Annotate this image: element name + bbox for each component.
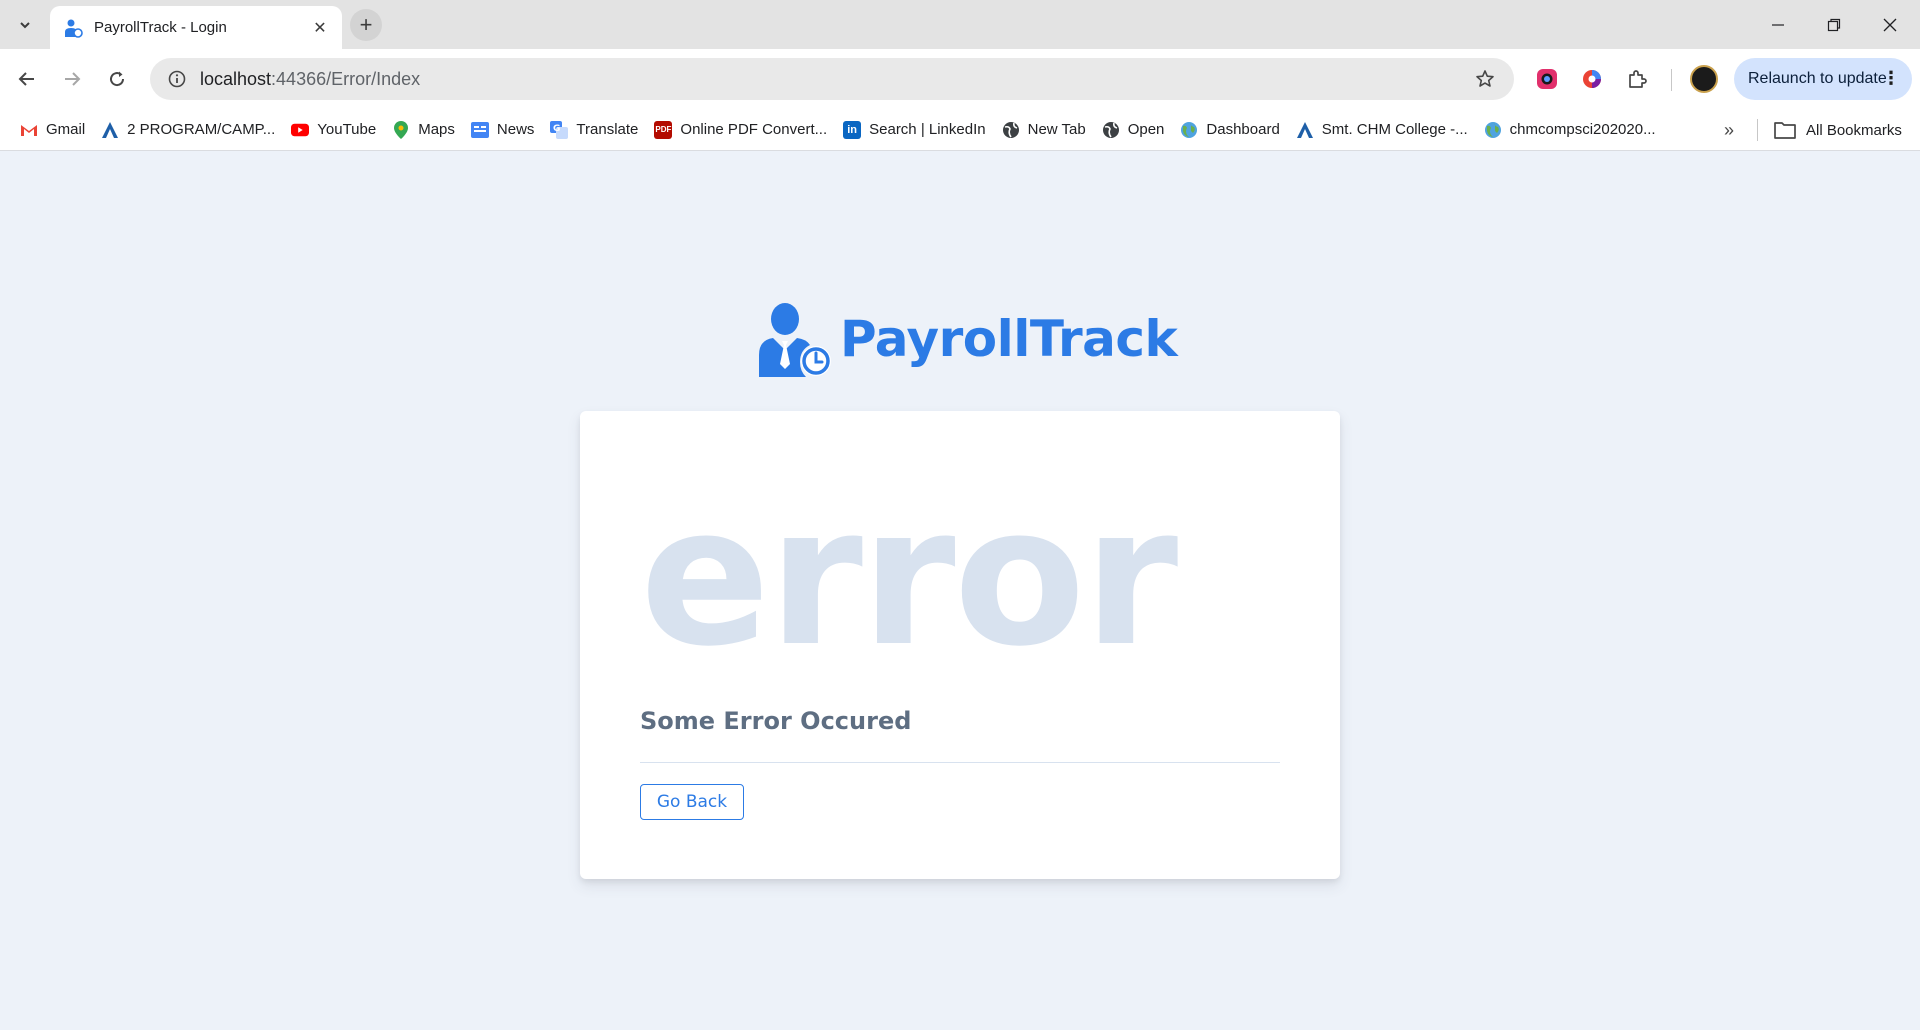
brand-name: PayrollTrack [840, 310, 1178, 368]
relaunch-to-update-button[interactable]: Relaunch to update ⋮ [1734, 58, 1912, 100]
bookmark-label: Search | LinkedIn [869, 121, 986, 138]
card-divider [640, 762, 1280, 763]
bookmark-label: chmcompsci202020... [1509, 121, 1656, 138]
earth-icon [1180, 121, 1198, 139]
all-bookmarks-button[interactable]: All Bookmarks [1774, 115, 1902, 145]
translate-icon: G [550, 120, 569, 139]
bookmarks-bar: Gmail 2 PROGRAM/CAMP... YouTube Maps New… [0, 109, 1920, 151]
bookmark-gmail[interactable]: Gmail [12, 115, 93, 145]
bookmarks-overflow-chevron-icon[interactable]: » [1714, 115, 1744, 145]
bookmark-label: Dashboard [1206, 121, 1280, 138]
browser-tab-active[interactable]: PayrollTrack - Login ✕ [50, 6, 342, 49]
bookmark-label: YouTube [317, 121, 377, 138]
program-icon [101, 121, 119, 139]
bookmark-dashboard[interactable]: Dashboard [1172, 115, 1287, 145]
bookmark-label: 2 PROGRAM/CAMP... [127, 121, 276, 138]
bookmark-label: Translate [576, 121, 639, 138]
bookmark-translate[interactable]: G Translate [542, 115, 646, 145]
bookmark-new-tab[interactable]: New Tab [994, 115, 1094, 145]
globe-icon [1002, 121, 1020, 139]
bookmark-youtube[interactable]: YouTube [283, 115, 384, 145]
address-bar[interactable]: localhost:44366/Error/Index [150, 58, 1514, 100]
browser-toolbar: localhost:44366/Error/Index Relaunch to … [0, 49, 1920, 109]
profile-avatar[interactable] [1690, 65, 1718, 93]
maps-icon [392, 120, 410, 139]
youtube-icon [291, 121, 310, 139]
gmail-icon [20, 121, 38, 139]
bookmark-news[interactable]: News [463, 115, 543, 145]
payroll-favicon-icon [62, 17, 84, 39]
bookmark-label: New Tab [1027, 121, 1086, 138]
linkedin-icon: in [843, 120, 862, 139]
bookmark-linkedin[interactable]: in Search | LinkedIn [835, 115, 993, 145]
go-back-button[interactable]: Go Back [640, 784, 744, 820]
error-message: Some Error Occured [640, 707, 912, 735]
bookmark-college[interactable]: Smt. CHM College -... [1288, 115, 1476, 145]
globe-icon [1102, 121, 1120, 139]
bookmark-label: Gmail [46, 121, 86, 138]
folder-icon [1774, 121, 1796, 139]
bookmark-label: Open [1127, 121, 1165, 138]
earth-icon [1484, 121, 1502, 139]
tab-title: PayrollTrack - Login [94, 19, 227, 36]
bookmark-chmcompsci[interactable]: chmcompsci202020... [1476, 115, 1664, 145]
bookmark-label: News [496, 121, 535, 138]
error-watermark-text: error [640, 466, 1178, 689]
new-tab-button[interactable]: + [350, 9, 382, 41]
bookmark-program[interactable]: 2 PROGRAM/CAMP... [93, 115, 283, 145]
restore-icon[interactable] [1806, 0, 1862, 49]
site-info-icon[interactable] [164, 66, 190, 92]
payroll-person-clock-icon [759, 303, 831, 377]
extension-camera-icon[interactable] [1532, 64, 1562, 94]
url-path: :44366/Error/Index [271, 68, 421, 89]
extension-color-icon[interactable] [1577, 64, 1607, 94]
extensions-puzzle-icon[interactable] [1622, 64, 1652, 94]
bookmark-open[interactable]: Open [1094, 115, 1173, 145]
close-window-icon[interactable] [1862, 0, 1918, 49]
college-icon [1296, 121, 1314, 139]
url-host: localhost [200, 68, 272, 89]
bookmark-star-icon[interactable] [1470, 64, 1500, 94]
bookmark-maps[interactable]: Maps [384, 115, 463, 145]
all-bookmarks-label: All Bookmarks [1806, 121, 1902, 139]
bookmarks-divider [1757, 119, 1758, 141]
svg-text:G: G [553, 124, 560, 134]
toolbar-divider [1671, 69, 1672, 91]
tab-search-chevron-icon[interactable] [12, 12, 38, 38]
bookmark-label: Online PDF Convert... [680, 121, 828, 138]
tab-strip: PayrollTrack - Login ✕ + [0, 0, 1920, 49]
pdf-icon: PDF [654, 120, 673, 139]
bookmark-label: Smt. CHM College -... [1321, 121, 1468, 138]
more-menu-icon[interactable]: ⋮ [1882, 68, 1900, 88]
error-card: error Some Error Occured Go Back [580, 411, 1340, 879]
bookmark-pdf[interactable]: PDF Online PDF Convert... [646, 115, 835, 145]
back-arrow-icon[interactable] [9, 61, 45, 97]
news-icon [470, 121, 489, 139]
forward-arrow-icon[interactable] [54, 61, 90, 97]
bookmark-label: Maps [418, 121, 455, 138]
reload-icon[interactable] [99, 61, 135, 97]
minimize-icon[interactable] [1750, 0, 1806, 49]
brand-header[interactable]: PayrollTrack [756, 300, 1178, 378]
close-tab-icon[interactable]: ✕ [310, 18, 330, 38]
relaunch-label: Relaunch to update [1748, 70, 1887, 87]
url-text[interactable]: localhost:44366/Error/Index [200, 69, 1470, 90]
